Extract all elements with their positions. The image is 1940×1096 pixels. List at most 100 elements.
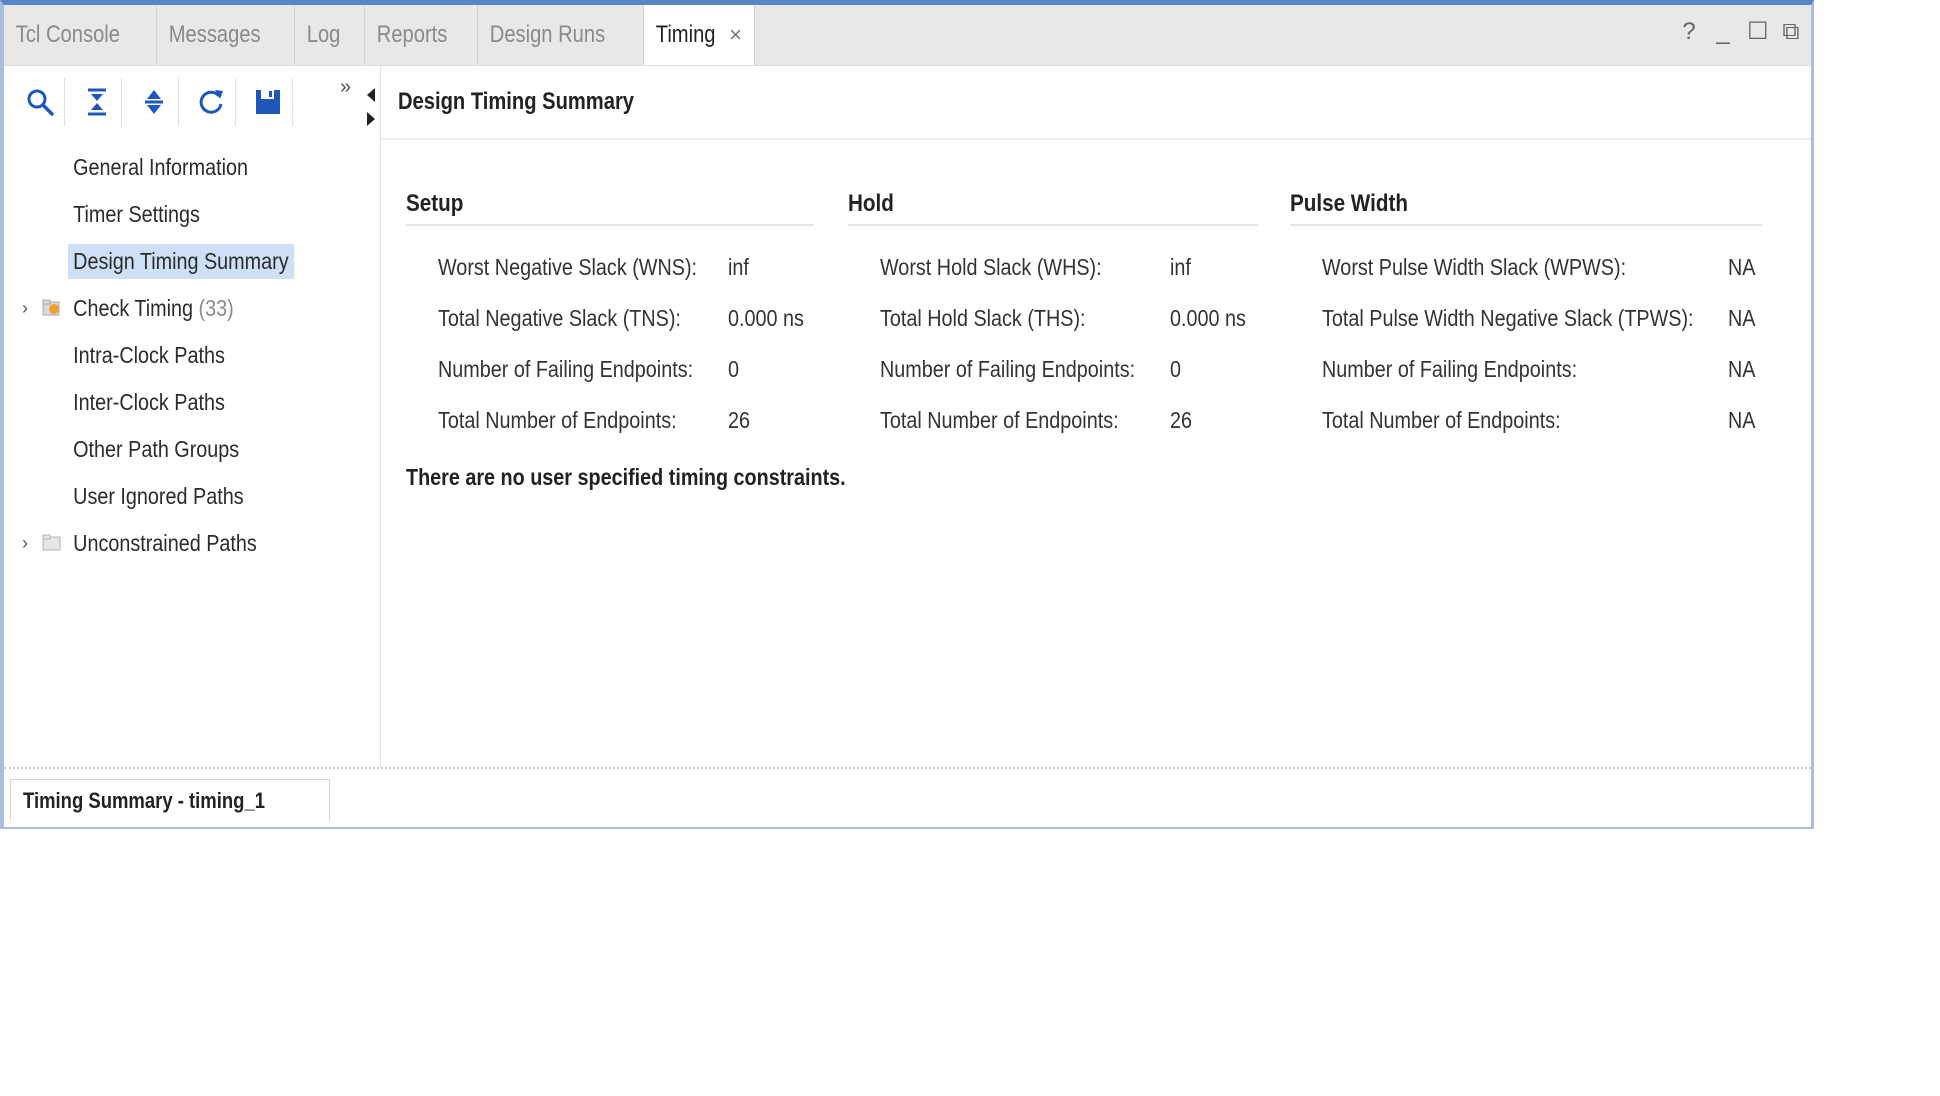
setup-label: Worst Negative Slack (WNS): [438,254,698,280]
expand-all-icon [145,90,163,114]
splitter-toggle[interactable] [364,88,378,126]
setup-section: Setup [406,190,814,226]
setup-value: inf [728,254,749,280]
chevron-right-icon[interactable]: › [22,533,28,554]
tab-label: Timing [655,21,716,48]
summary-content: Design Timing Summary Setup Worst Negati… [382,66,1811,767]
timing-window: Tcl Console Messages Log Reports Design … [0,0,1814,829]
folder-icon [42,534,61,551]
tree-item-label: Design Timing Summary [68,244,294,279]
tree-item-label: General Information [73,154,248,180]
tab-label: Design Runs [489,21,605,48]
report-tree: General Information Timer Settings Desig… [4,144,380,567]
setup-heading: Setup [406,190,814,226]
pulse-width-value: NA [1728,356,1756,382]
collapse-left-icon[interactable] [367,88,375,102]
pulse-width-label: Number of Failing Endpoints: [1322,356,1578,382]
pulse-width-value: NA [1728,407,1756,433]
maximize-icon[interactable]: ☐ [1747,17,1769,46]
close-icon[interactable]: × [729,22,742,48]
tab-messages[interactable]: Messages [157,5,296,65]
pulse-width-heading-text: Pulse Width [1290,190,1408,217]
navigation-panel: » General Information Timer Settings Des… [4,66,381,767]
hold-value: 0 [1170,356,1182,382]
setup-value: 0.000 ns [728,305,804,331]
window-controls: ? _ ☐ ⧉ [1679,17,1801,46]
save-button[interactable] [244,78,293,126]
warning-folder-icon [42,299,60,316]
search-icon [27,89,54,116]
tree-item-label: Intra-Clock Paths [73,342,225,368]
search-button[interactable] [16,78,65,126]
check-timing-count: (33) [198,295,234,321]
tree-item-design-timing-summary[interactable]: Design Timing Summary [4,238,380,285]
tab-timing-summary[interactable]: Timing Summary - timing_1 [10,779,330,821]
refresh-icon [199,90,223,114]
pulse-width-heading: Pulse Width [1290,190,1762,226]
pulse-width-value: NA [1728,305,1756,331]
pulse-width-label: Total Number of Endpoints: [1322,407,1561,433]
tab-timing[interactable]: Timing × [643,5,755,65]
tree-item-label: Check Timing [73,295,193,321]
collapse-all-button[interactable] [73,78,122,126]
hold-section: Hold [848,190,1258,226]
tree-item-general-information[interactable]: General Information [4,144,380,191]
tab-reports[interactable]: Reports [365,5,478,65]
hold-label: Total Hold Slack (THS): [880,305,1086,331]
hold-label: Total Number of Endpoints: [880,407,1119,433]
tree-item-label: Other Path Groups [73,436,240,462]
help-icon[interactable]: ? [1679,18,1699,46]
tree-item-unconstrained-paths[interactable]: › Unconstrained Paths [4,520,380,567]
setup-label: Total Number of Endpoints: [438,407,677,433]
hold-value: 26 [1170,407,1193,433]
constraints-note: There are no user specified timing const… [406,464,846,490]
pulse-width-label: Worst Pulse Width Slack (WPWS): [1322,254,1627,280]
hold-value: inf [1170,254,1191,280]
tab-label: Messages [168,21,261,48]
tree-item-other-path-groups[interactable]: Other Path Groups [4,426,380,473]
tab-tcl-console[interactable]: Tcl Console [4,5,158,65]
hold-value: 0.000 ns [1170,305,1246,331]
more-tools-icon[interactable]: » [340,76,351,99]
page-title-text: Design Timing Summary [398,88,635,115]
tab-bar: Tcl Console Messages Log Reports Design … [4,5,1811,66]
setup-heading-text: Setup [406,190,464,217]
expand-all-button[interactable] [130,78,179,126]
bottom-tab-label: Timing Summary - timing_1 [23,787,266,813]
tab-log[interactable]: Log [295,5,365,65]
tab-label: Reports [376,21,447,48]
tab-label: Log [307,21,341,48]
tree-item-intra-clock-paths[interactable]: Intra-Clock Paths [4,332,380,379]
tree-item-label: Inter-Clock Paths [73,389,225,415]
restore-icon[interactable]: ⧉ [1781,18,1801,46]
pulse-width-value: NA [1728,254,1756,280]
page-title: Design Timing Summary [382,66,1811,140]
hold-heading: Hold [848,190,1258,226]
setup-label: Number of Failing Endpoints: [438,356,694,382]
toolbar: » [4,66,380,138]
hold-heading-text: Hold [848,190,894,217]
setup-label: Total Negative Slack (TNS): [438,305,681,331]
pulse-width-label: Total Pulse Width Negative Slack (TPWS): [1322,305,1694,331]
tree-item-label: Unconstrained Paths [73,530,257,556]
pulse-width-section: Pulse Width [1290,190,1762,226]
bottom-divider [4,767,1811,769]
tree-item-label: Timer Settings [73,201,200,227]
tab-design-runs[interactable]: Design Runs [478,5,644,65]
tree-item-timer-settings[interactable]: Timer Settings [4,191,380,238]
save-icon [256,90,280,114]
collapse-all-icon [88,88,106,116]
tree-item-check-timing[interactable]: › Check Timing (33) [4,285,380,332]
tree-item-inter-clock-paths[interactable]: Inter-Clock Paths [4,379,380,426]
setup-value: 26 [728,407,751,433]
setup-value: 0 [728,356,740,382]
chevron-right-icon[interactable]: › [22,298,28,319]
tab-label: Tcl Console [15,21,120,48]
tree-item-label: User Ignored Paths [73,483,244,509]
refresh-button[interactable] [187,78,236,126]
expand-right-icon[interactable] [367,112,375,126]
hold-label: Number of Failing Endpoints: [880,356,1136,382]
tree-item-user-ignored-paths[interactable]: User Ignored Paths [4,473,380,520]
hold-label: Worst Hold Slack (WHS): [880,254,1102,280]
minimize-icon[interactable]: _ [1713,18,1733,46]
